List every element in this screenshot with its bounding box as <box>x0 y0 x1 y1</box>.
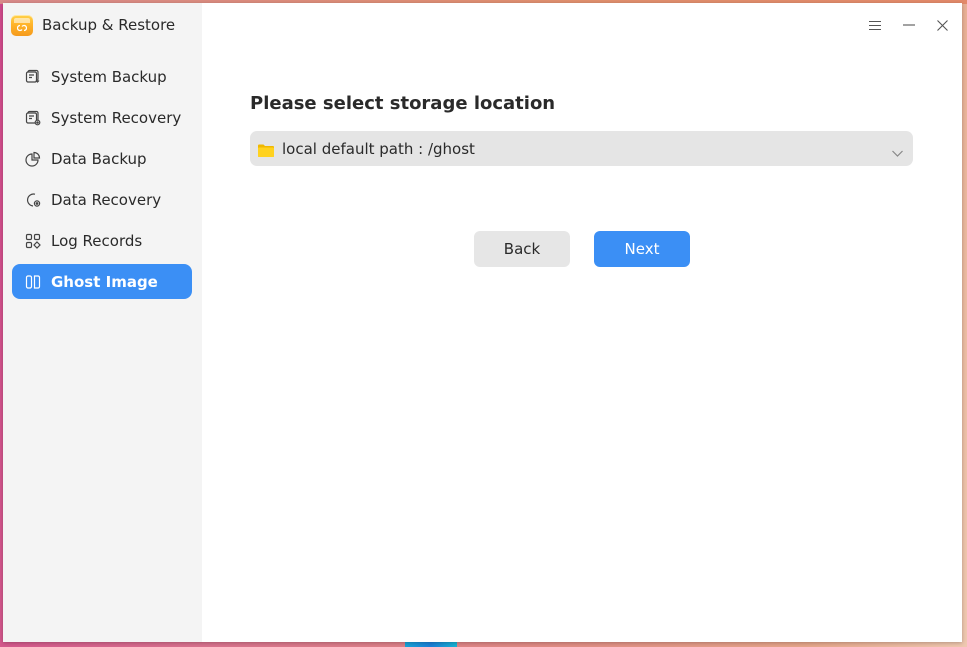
sidebar-item-data-recovery[interactable]: Data Recovery <box>12 182 192 217</box>
sidebar-item-label: Data Backup <box>51 149 147 168</box>
app-header: Backup & Restore <box>11 13 175 37</box>
sidebar-item-label: Log Records <box>51 231 143 250</box>
log-records-icon <box>24 232 42 250</box>
app-title: Backup & Restore <box>42 16 176 34</box>
page-title: Please select storage location <box>250 93 556 114</box>
system-backup-icon <box>24 68 42 86</box>
sidebar-item-log-records[interactable]: Log Records <box>12 223 192 258</box>
storage-location-value: local default path : /ghost <box>282 139 475 158</box>
sidebar: Backup & Restore System Backup System Re… <box>3 3 202 642</box>
main-content: Please select storage location local def… <box>202 3 962 642</box>
sidebar-item-data-backup[interactable]: Data Backup <box>12 141 192 176</box>
back-button[interactable]: Back <box>474 231 570 267</box>
sidebar-item-system-backup[interactable]: System Backup <box>12 59 192 94</box>
app-window: Backup & Restore System Backup System Re… <box>3 3 962 642</box>
sidebar-item-label: Data Recovery <box>51 190 162 209</box>
data-recovery-icon <box>24 191 42 209</box>
sidebar-item-label: System Backup <box>51 67 167 86</box>
sidebar-item-label: System Recovery <box>51 108 182 127</box>
sidebar-item-system-recovery[interactable]: System Recovery <box>12 100 192 135</box>
folder-icon <box>258 142 274 157</box>
ghost-image-icon <box>24 273 42 291</box>
sidebar-item-label: Ghost Image <box>51 272 158 291</box>
app-logo-icon <box>11 14 33 36</box>
storage-location-select[interactable]: local default path : /ghost <box>250 131 913 166</box>
sidebar-item-ghost-image[interactable]: Ghost Image <box>12 264 192 299</box>
sidebar-nav: System Backup System Recovery Data Backu… <box>12 59 192 305</box>
next-button[interactable]: Next <box>594 231 690 267</box>
data-backup-icon <box>24 150 42 168</box>
system-recovery-icon <box>24 109 42 127</box>
chevron-down-icon <box>892 142 903 161</box>
